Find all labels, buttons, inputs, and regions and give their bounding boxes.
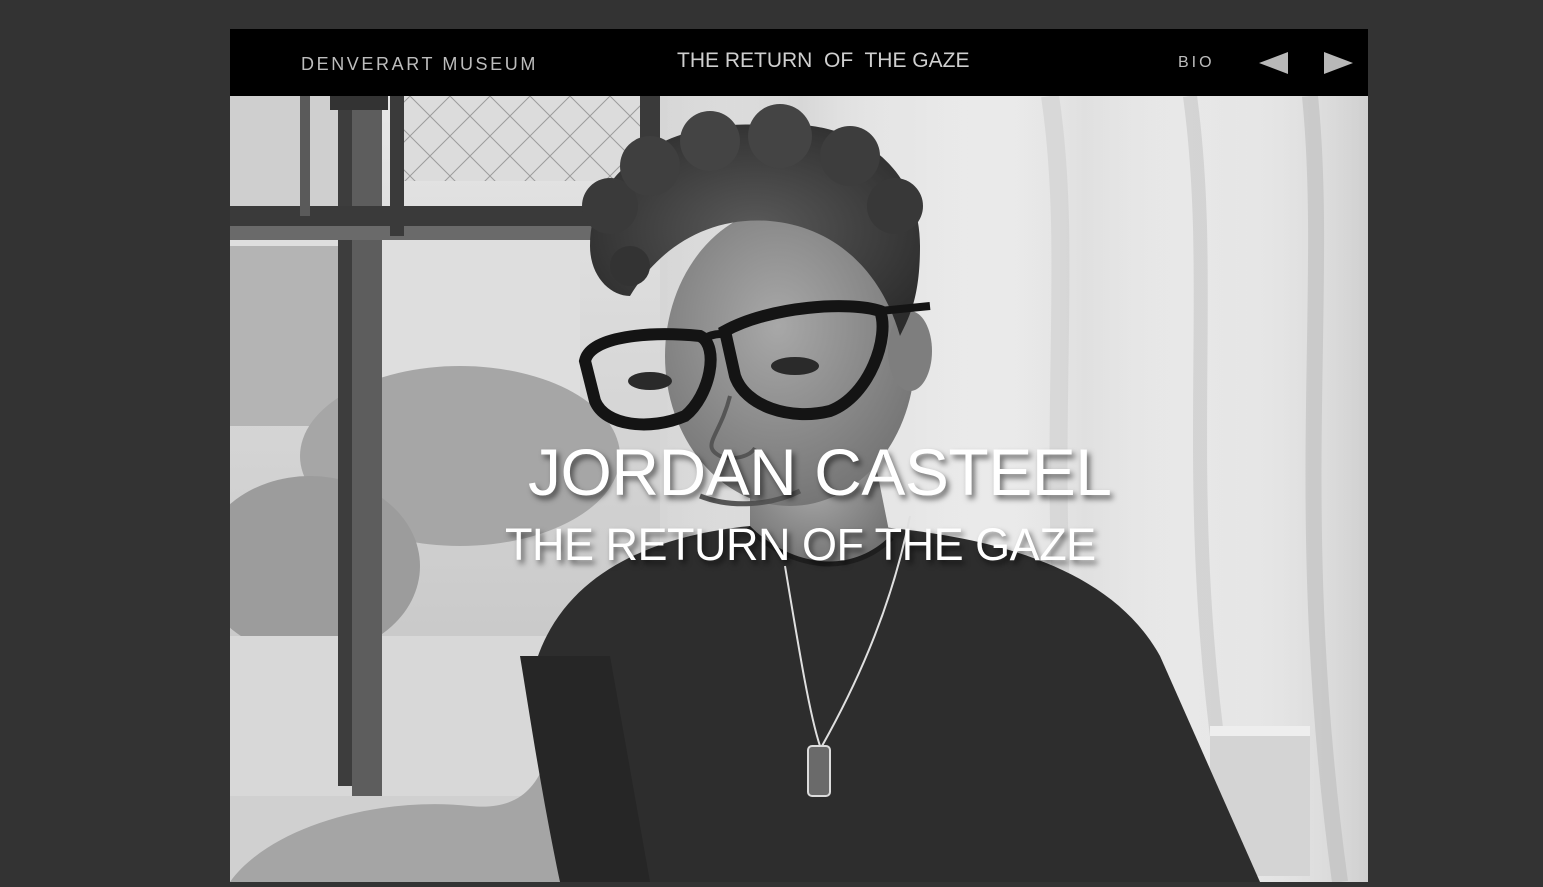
bio-link[interactable]: BIO xyxy=(1178,54,1215,72)
hero-section: JORDAN CASTEEL THE RETURN OF THE GAZE xyxy=(230,96,1368,882)
slide-frame: DENVERART MUSEUM THE RETURN OF THE GAZE … xyxy=(230,29,1368,882)
hero-subtitle: THE RETURN OF THE GAZE xyxy=(505,519,1096,570)
hero-title: JORDAN CASTEEL xyxy=(528,435,1112,509)
previous-button[interactable] xyxy=(1259,51,1289,75)
triangle-left-icon xyxy=(1259,52,1288,74)
next-button[interactable] xyxy=(1323,51,1353,75)
brand-name: DENVERART MUSEUM xyxy=(301,54,538,74)
exhibition-title: THE RETURN OF THE GAZE xyxy=(677,49,970,72)
top-navigation-bar: DENVERART MUSEUM THE RETURN OF THE GAZE … xyxy=(230,29,1368,96)
triangle-right-icon xyxy=(1324,52,1353,74)
